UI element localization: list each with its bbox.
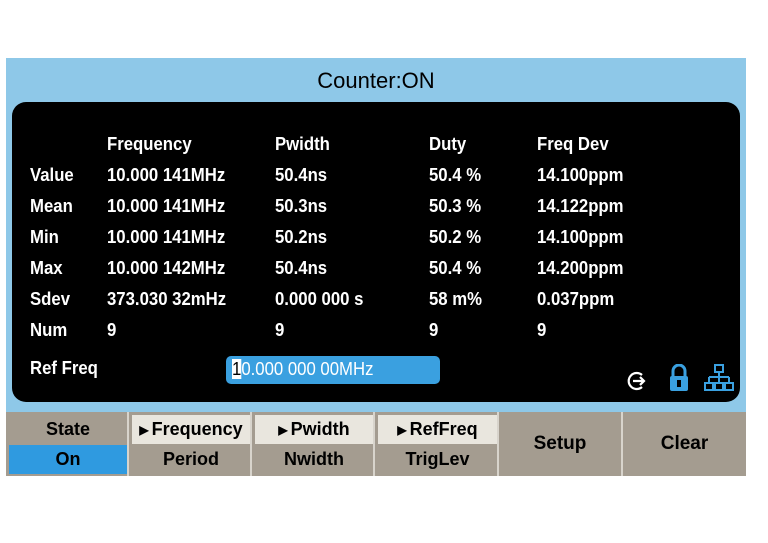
ref-freq-value-rest: 0.000 000 00MHz	[241, 359, 374, 379]
softkey-bar: State On ▶ Frequency Period ▶ Pwidth Nwidt…	[6, 412, 746, 476]
ref-freq-label: Ref Freq	[30, 358, 98, 378]
table-cell: 10.000 142MHz	[107, 258, 226, 278]
state-value-on: On	[9, 445, 127, 474]
table-cell: 14.122ppm	[537, 196, 624, 216]
table-cell: 50.4ns	[275, 258, 328, 278]
frequency-period-softkey[interactable]: ▶ Frequency Period	[129, 412, 250, 476]
table-cell: 9	[275, 320, 285, 340]
table-cell: 9	[429, 320, 439, 340]
reffreq-triglev-softkey[interactable]: ▶ RefFreq TrigLev	[375, 412, 497, 476]
setup-label: Setup	[533, 433, 587, 454]
pointer-icon: ▶	[397, 423, 407, 437]
table-cell: 0.000 000 s	[275, 289, 364, 309]
pwidth-label: Pwidth	[290, 419, 350, 439]
frequency-option: ▶ Frequency	[132, 415, 250, 444]
setup-button[interactable]: Setup	[499, 412, 621, 476]
table-cell: 0.037ppm	[537, 289, 615, 309]
clear-button[interactable]: Clear	[623, 412, 746, 476]
ref-freq-value: 10.000 000 00MHz	[232, 359, 373, 380]
ref-freq-input[interactable]: 10.000 000 00MHz	[226, 356, 440, 384]
pointer-icon: ▶	[139, 423, 149, 437]
arrow-enter-icon	[627, 371, 646, 391]
nwidth-option: Nwidth	[255, 445, 373, 474]
network-icon	[704, 364, 734, 391]
page-title: Counter:ON	[317, 68, 435, 93]
table-cell: 50.2 %	[429, 227, 482, 247]
triglev-option: TrigLev	[378, 445, 497, 474]
table-cell: 50.4ns	[275, 165, 328, 185]
table-cell: 50.2ns	[275, 227, 328, 247]
table-cell: 14.200ppm	[537, 258, 624, 278]
table-cell: 50.3ns	[275, 196, 328, 216]
pwidth-option: ▶ Pwidth	[255, 415, 373, 444]
table-cell: 10.000 141MHz	[107, 227, 226, 247]
state-softkey[interactable]: State On	[6, 412, 127, 476]
table-cell: 9	[107, 320, 117, 340]
table-cell: 50.3 %	[429, 196, 482, 216]
measurement-panel: Frequency Pwidth Duty Freq Dev Value 10.…	[12, 102, 740, 402]
column-header-frequency: Frequency	[107, 134, 192, 154]
table-cell: 10.000 141MHz	[107, 196, 226, 216]
period-option: Period	[132, 445, 250, 474]
table-cell: 14.100ppm	[537, 165, 624, 185]
row-label-min: Min	[30, 227, 59, 247]
edit-cursor-digit: 1	[232, 359, 242, 379]
table-cell: 50.4 %	[429, 258, 482, 278]
table-cell: 50.4 %	[429, 165, 482, 185]
frequency-label: Frequency	[151, 419, 243, 439]
reffreq-option: ▶ RefFreq	[378, 415, 497, 444]
reffreq-label: RefFreq	[409, 419, 478, 439]
table-cell: 10.000 141MHz	[107, 165, 226, 185]
table-cell: 58 m%	[429, 289, 483, 309]
lock-icon	[670, 364, 688, 391]
counter-screen: Counter:ON Frequency Pwidth Duty Freq De…	[6, 58, 746, 476]
table-cell: 373.030 32mHz	[107, 289, 227, 309]
table-cell: 9	[537, 320, 547, 340]
row-label-mean: Mean	[30, 196, 73, 216]
column-header-freq-dev: Freq Dev	[537, 134, 609, 154]
row-label-num: Num	[30, 320, 68, 340]
column-header-pwidth: Pwidth	[275, 134, 330, 154]
pwidth-nwidth-softkey[interactable]: ▶ Pwidth Nwidth	[252, 412, 373, 476]
column-header-duty: Duty	[429, 134, 467, 154]
pointer-icon: ▶	[278, 423, 288, 437]
state-label: State	[9, 415, 127, 444]
row-label-max: Max	[30, 258, 63, 278]
clear-label: Clear	[660, 433, 709, 454]
row-label-sdev: Sdev	[30, 289, 71, 309]
table-cell: 14.100ppm	[537, 227, 624, 247]
row-label-value: Value	[30, 165, 74, 185]
